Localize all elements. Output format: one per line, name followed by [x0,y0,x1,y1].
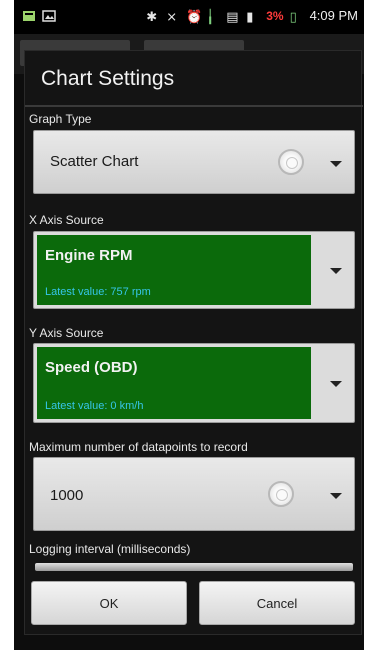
sd-card-icon [23,11,35,21]
bluetooth-icon: ✱ [146,8,158,24]
graph-type-label: Graph Type [29,112,92,126]
chevron-down-icon [330,268,342,274]
usb-icon: ╽ [206,8,215,24]
alarm-icon: ⏰ [186,8,203,24]
status-bar-left [22,9,56,23]
dialog-title: Chart Settings [41,67,175,90]
x-axis-latest-value: Latest value: 757 rpm [45,286,151,298]
chevron-down-icon [330,493,342,499]
cancel-button[interactable]: Cancel [199,581,355,625]
chevron-down-icon [330,161,342,167]
y-axis-source-picker[interactable]: Speed (OBD) Latest value: 0 km/h [33,343,355,423]
x-axis-value: Engine RPM [45,247,133,264]
max-datapoints-value: 1000 [50,487,84,504]
status-time: 4:09 PM [309,8,358,23]
title-divider [25,105,363,107]
y-axis-value-panel: Speed (OBD) Latest value: 0 km/h [37,347,311,419]
status-bar-right: ✱ ⨯ ⏰ ╽ ▤ ▮ 3% ▯ 4:09 PM [146,8,358,24]
signal-icon: ▮ [246,8,254,24]
y-axis-value: Speed (OBD) [45,359,138,376]
image-icon [42,10,56,22]
max-datapoints-picker[interactable]: 1000 [33,457,355,531]
x-axis-source-label: X Axis Source [29,213,104,227]
logging-interval-label: Logging interval (milliseconds) [29,542,191,556]
y-axis-latest-value: Latest value: 0 km/h [45,400,144,412]
battery-icon: ▯ [289,8,297,24]
phone-screen: ✱ ⨯ ⏰ ╽ ▤ ▮ 3% ▯ 4:09 PM Chart Settings … [14,0,364,650]
y-axis-source-label: Y Axis Source [29,326,104,340]
x-axis-value-panel: Engine RPM Latest value: 757 rpm [37,235,311,305]
battery-percent: 3% [266,8,284,23]
radio-icon [268,481,294,507]
chart-settings-dialog: Chart Settings Graph Type Scatter Chart … [24,50,363,635]
max-datapoints-label: Maximum number of datapoints to record [29,440,248,454]
graph-type-value: Scatter Chart [50,153,139,170]
status-bar: ✱ ⨯ ⏰ ╽ ▤ ▮ 3% ▯ 4:09 PM [14,0,364,34]
graph-type-picker[interactable]: Scatter Chart [33,130,355,194]
chevron-down-icon [330,381,342,387]
logging-interval-field[interactable] [35,563,353,571]
silent-icon: ⨯ [166,8,178,24]
data-icon: ▤ [226,8,239,24]
radio-icon [278,149,304,175]
ok-button[interactable]: OK [31,581,187,625]
x-axis-source-picker[interactable]: Engine RPM Latest value: 757 rpm [33,231,355,309]
